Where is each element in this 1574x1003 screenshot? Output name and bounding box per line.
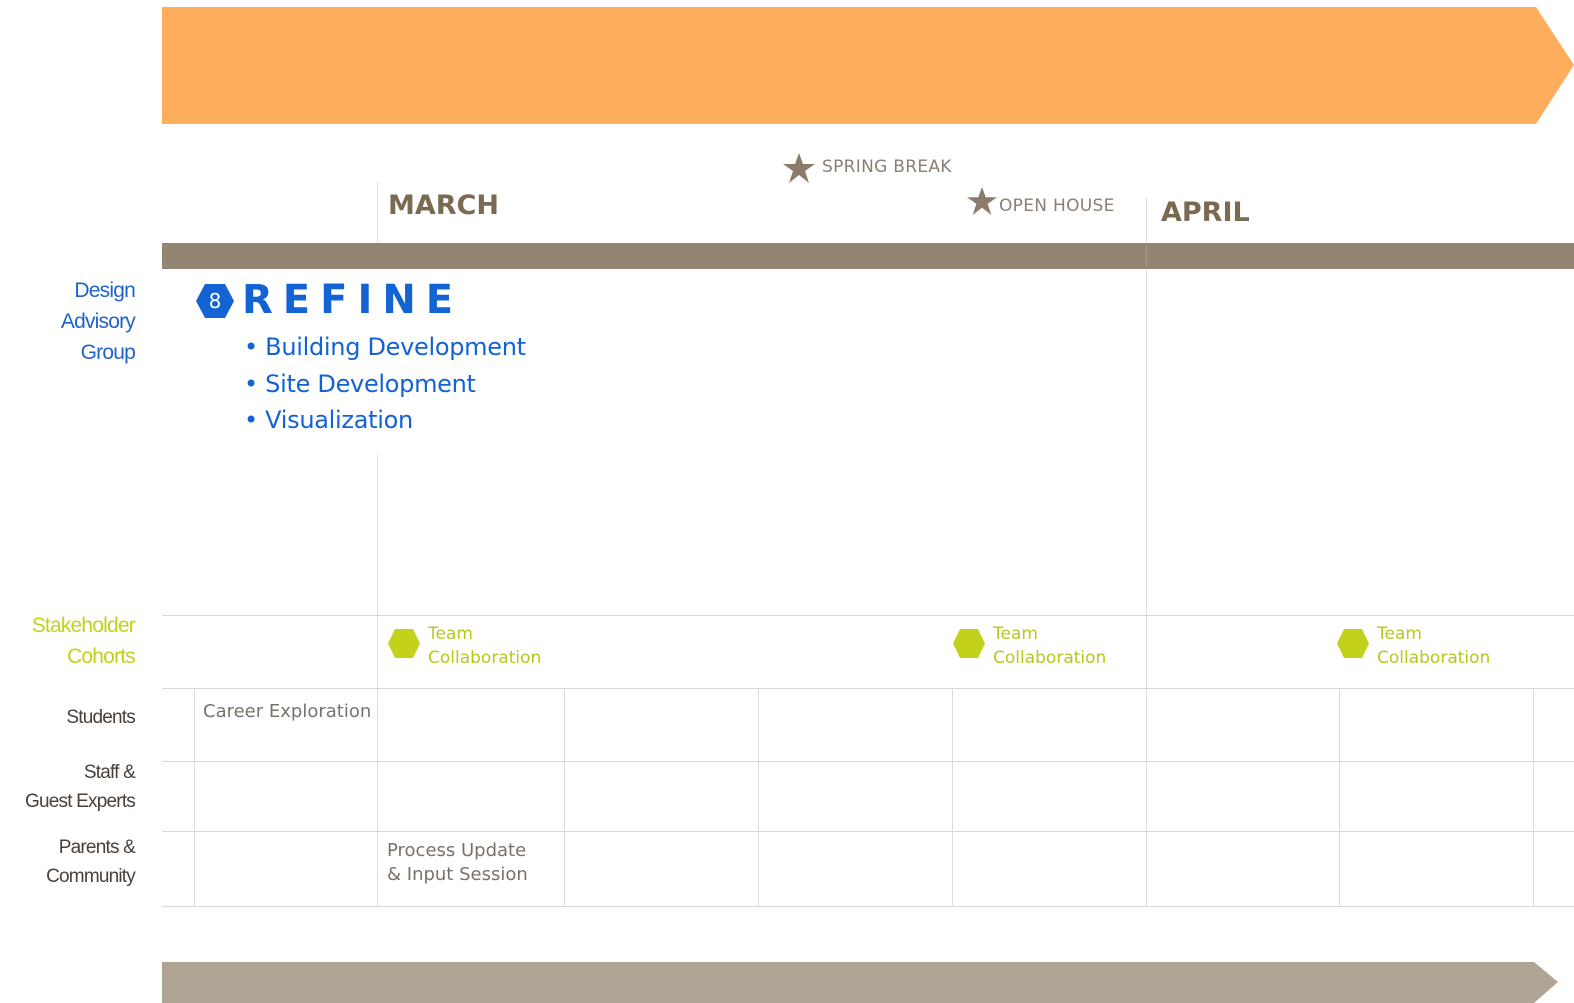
hexagon-icon [388, 629, 420, 658]
team-collaboration-label: Team Collaboration [1377, 624, 1491, 668]
hexagon-icon [1337, 629, 1369, 658]
row-label-staff-guest-experts: Staff & Guest Experts [25, 762, 136, 812]
month-april: APRIL [1161, 197, 1250, 228]
team-collaboration-label: Team Collaboration [428, 624, 542, 668]
career-exploration-cell: Career Exploration [203, 701, 372, 722]
march-divider-top [377, 182, 378, 244]
march-divider [377, 455, 378, 907]
week-column-line [1533, 688, 1534, 907]
top-phase-arrow [162, 7, 1574, 124]
grid-bottom-line [162, 906, 1574, 907]
staff-row-top-line [162, 761, 1574, 762]
row-label-students: Students [66, 707, 135, 728]
refine-item-visualization: • Visualization [244, 406, 413, 434]
refine-item-site-development: • Site Development [244, 370, 476, 398]
stakeholder-row-top-line [162, 615, 1574, 616]
row-label-parents-community: Parents & Community [46, 837, 136, 887]
team-collaboration-label: Team Collaboration [993, 624, 1107, 668]
top-arrow-shape [162, 7, 1574, 124]
week-column-line [758, 688, 759, 907]
parents-row-top-line [162, 831, 1574, 832]
refine-item-building-development: • Building Development [244, 333, 526, 361]
month-march: MARCH [388, 190, 499, 221]
students-row-top-line [162, 688, 1574, 689]
process-update-cell: Process Update & Input Session [387, 840, 528, 885]
april-divider-top [1146, 198, 1147, 244]
event-label-spring-break: SPRING BREAK [822, 157, 952, 177]
april-band-tick [1146, 243, 1147, 269]
refine-title: REFINE [242, 277, 464, 323]
step-number: 8 [209, 289, 222, 313]
week-column-line [952, 688, 953, 907]
event-label-open-house: OPEN HOUSE [999, 196, 1115, 216]
hexagon-icon [953, 629, 985, 658]
star-icon [783, 153, 815, 183]
row-label-design-advisory-group: Design Advisory Group [60, 279, 136, 364]
step-hexagon-icon: 8 [196, 284, 234, 318]
timeline-band [162, 243, 1574, 269]
row-label-stakeholder-cohorts: Stakeholder Cohorts [31, 614, 136, 668]
week-column-line [1339, 688, 1340, 907]
bottom-arrow-shape [162, 962, 1558, 1003]
april-divider [1146, 269, 1147, 907]
week-column-line [194, 688, 195, 907]
bottom-phase-arrow [162, 962, 1558, 1003]
week-column-line [564, 688, 565, 907]
star-icon [967, 186, 997, 216]
